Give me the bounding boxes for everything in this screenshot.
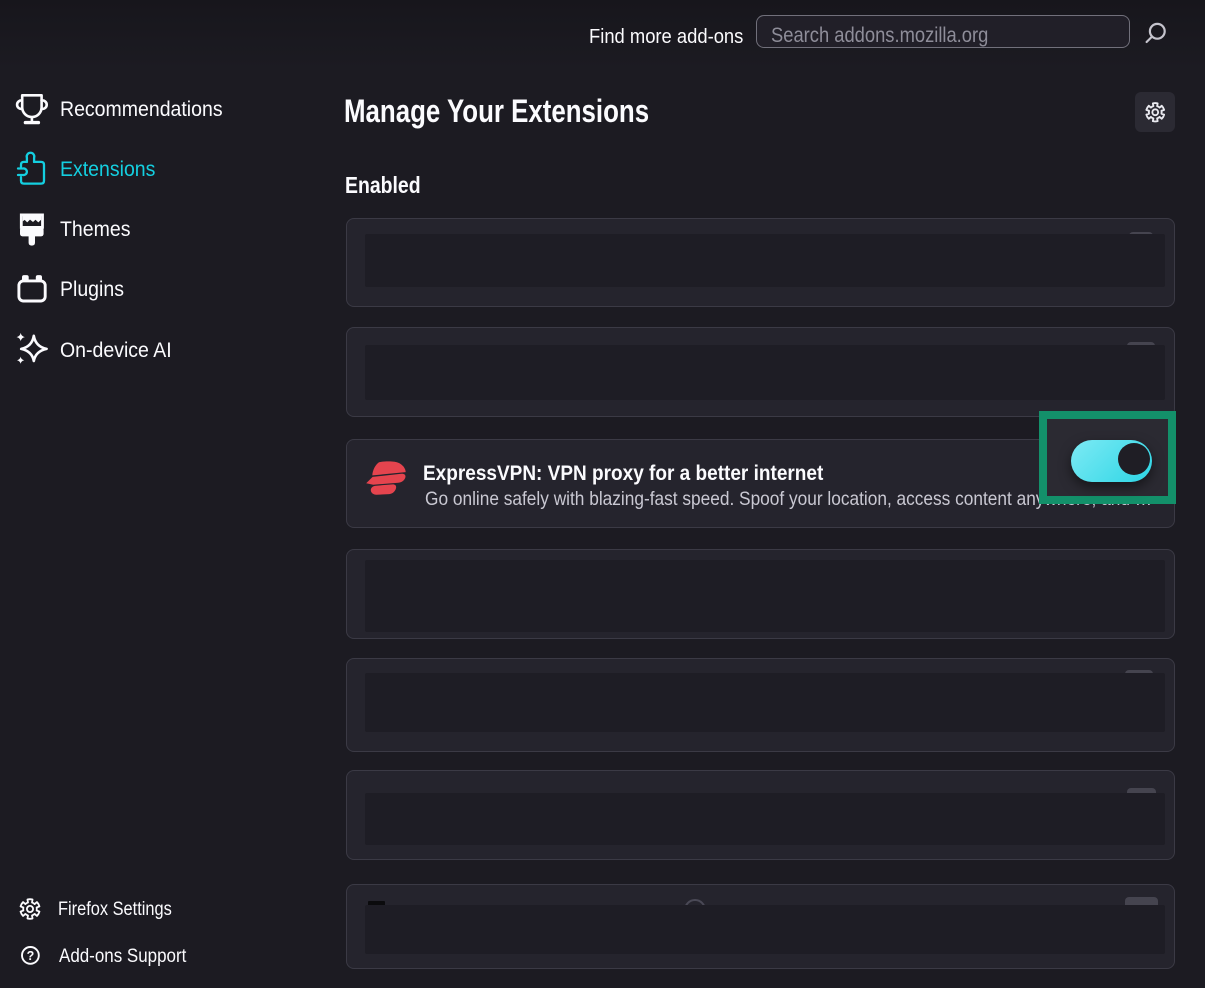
svg-text:?: ? — [26, 949, 34, 963]
